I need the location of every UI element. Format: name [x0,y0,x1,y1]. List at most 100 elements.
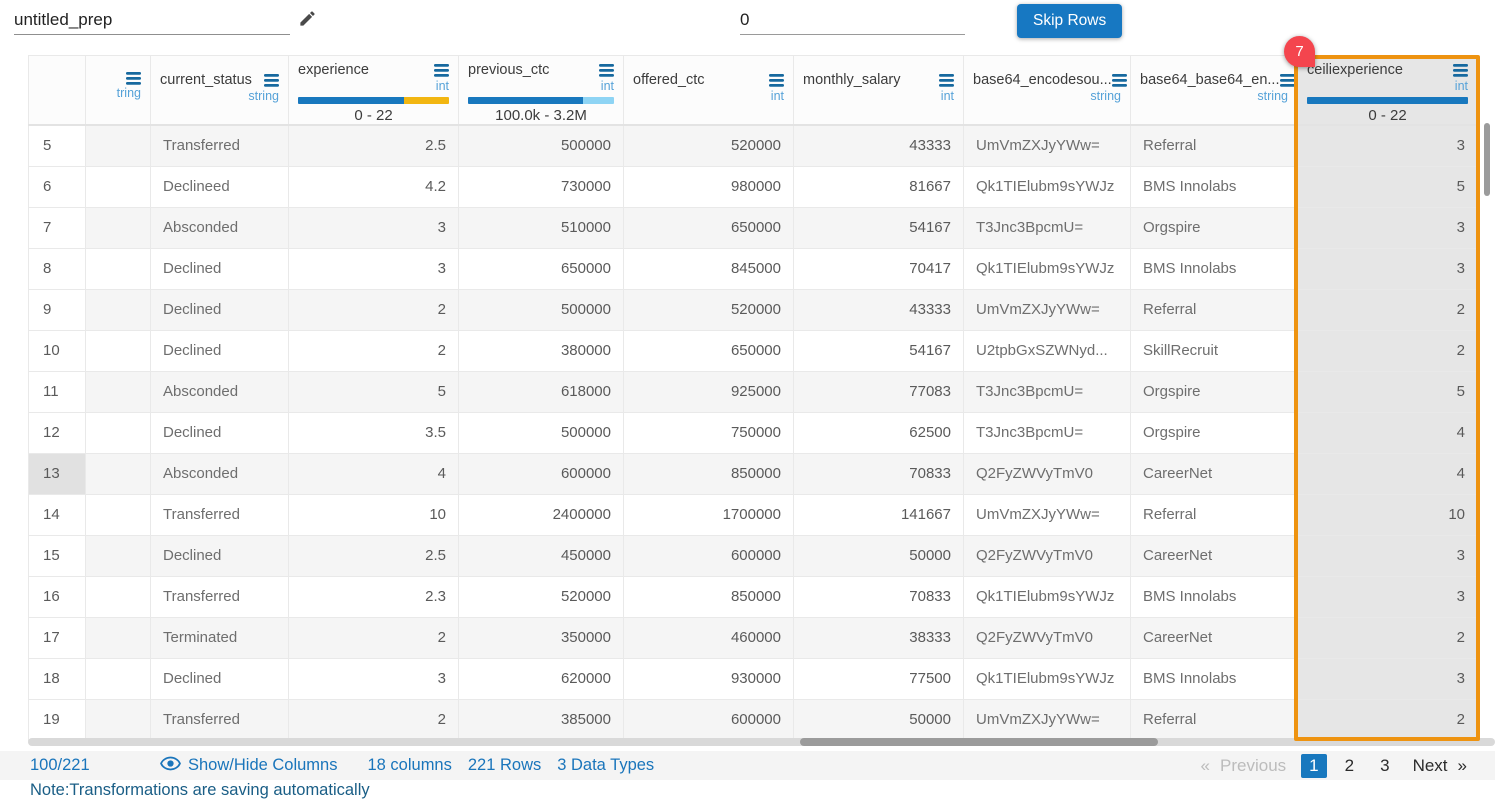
cell-experience: 2.5 [289,125,459,166]
skip-rows-input[interactable] [740,6,965,35]
column-menu-icon[interactable] [1112,74,1127,87]
pagination-page-3[interactable]: 3 [1372,754,1397,778]
cell-previous_ctc: 380000 [459,330,624,371]
table-row: 19Transferred238500060000050000UmVmZXJyY… [29,699,1478,740]
column-name: experience [298,62,369,78]
row-number-cell[interactable]: 16 [29,576,86,617]
transformation-step-badge[interactable]: 7 [1284,36,1315,67]
cell-base64_encodesou: U2tpbGxSZWNyd... [964,330,1131,371]
column-name: base64_base64_en... [1140,72,1280,88]
edit-pencil-icon[interactable] [298,9,317,33]
cell-offered_ctc: 925000 [624,371,794,412]
column-menu-icon[interactable] [599,64,614,77]
cell-ceiliexperience: 2 [1298,289,1478,330]
pagination-previous-button[interactable]: « Previous [1201,756,1287,776]
table-row: 9Declined250000052000043333UmVmZXJyYWw=R… [29,289,1478,330]
cell-ceiliexperience: 2 [1298,699,1478,740]
column-menu-icon[interactable] [769,74,784,87]
table-row: 16Transferred2.352000085000070833Qk1TIEl… [29,576,1478,617]
cell-ceiliexperience: 2 [1298,330,1478,371]
row-number-cell[interactable]: 6 [29,166,86,207]
column-header-previous_ctc[interactable]: previous_ctcint100.0k - 3.2M [459,56,624,126]
cell-base64_base64_en: BMS Innolabs [1131,166,1298,207]
row-number-cell[interactable]: 10 [29,330,86,371]
horizontal-scrollbar-track[interactable] [28,738,1495,746]
previous-arrow-icon: « [1201,756,1210,776]
cell-current_status: Declined [151,248,289,289]
pagination-page-2[interactable]: 2 [1337,754,1362,778]
cell-base64_base64_en: Orgspire [1131,412,1298,453]
clipped-column-cell [86,658,151,699]
column-header-base64_base64_en[interactable]: base64_base64_en...string [1131,56,1298,126]
column-menu-icon[interactable] [126,72,141,85]
row-number-cell[interactable]: 9 [29,289,86,330]
cell-current_status: Absconded [151,207,289,248]
cell-offered_ctc: 845000 [624,248,794,289]
cell-base64_base64_en: CareerNet [1131,453,1298,494]
show-hide-columns-button[interactable]: Show/Hide Columns [160,756,337,776]
table-row: 17Terminated235000046000038333Q2FyZWVyTm… [29,617,1478,658]
pagination-page-1[interactable]: 1 [1301,754,1326,778]
column-menu-icon[interactable] [434,64,449,77]
row-number-cell[interactable]: 12 [29,412,86,453]
prep-name-input[interactable] [14,6,290,35]
column-header-offered_ctc[interactable]: offered_ctcint [624,56,794,126]
clipped-column-cell [86,125,151,166]
vertical-scrollbar-thumb[interactable] [1484,123,1490,196]
cell-experience: 2 [289,617,459,658]
column-menu-icon[interactable] [264,74,279,87]
column-distribution-bar [298,97,449,104]
pagination: « Previous 123 Next » [1201,754,1467,778]
row-number-cell[interactable]: 14 [29,494,86,535]
dataset-stats: 18 columns 221 Rows 3 Data Types [367,756,654,775]
row-number-cell[interactable]: 7 [29,207,86,248]
pagination-next-button[interactable]: Next » [1413,756,1467,776]
cell-experience: 2.5 [289,535,459,576]
cell-base64_base64_en: Referral [1131,125,1298,166]
column-name: previous_ctc [468,62,549,78]
row-number-cell[interactable]: 17 [29,617,86,658]
cell-ceiliexperience: 5 [1298,166,1478,207]
table-row: 15Declined2.545000060000050000Q2FyZWVyTm… [29,535,1478,576]
rows-count-label: 221 Rows [468,756,541,775]
column-distribution-bar [468,97,614,104]
cell-current_status: Declined [151,535,289,576]
row-number-cell[interactable]: 5 [29,125,86,166]
column-header-base64_encodesou[interactable]: base64_encodesou...string [964,56,1131,126]
cell-monthly_salary: 43333 [794,125,964,166]
cell-offered_ctc: 930000 [624,658,794,699]
cell-current_status: Transferred [151,125,289,166]
column-header-monthly_salary[interactable]: monthly_salaryint [794,56,964,126]
cell-ceiliexperience: 3 [1298,125,1478,166]
column-menu-icon[interactable] [1280,74,1295,87]
clipped-column-cell [86,166,151,207]
cell-previous_ctc: 2400000 [459,494,624,535]
horizontal-scrollbar-thumb[interactable] [800,738,1158,746]
column-header-ceiliexperience[interactable]: ceiliexperienceint0 - 22 [1298,56,1478,126]
table-row: 6Declineed4.273000098000081667Qk1TIElubm… [29,166,1478,207]
table-row: 13Absconded460000085000070833Q2FyZWVyTmV… [29,453,1478,494]
cell-base64_encodesou: T3Jnc3BpcmU= [964,371,1131,412]
column-header-experience[interactable]: experienceint0 - 22 [289,56,459,126]
cell-base64_encodesou: Qk1TIElubm9sYWJz [964,248,1131,289]
column-header-clipped[interactable]: tring [86,56,151,126]
row-number-cell[interactable]: 13 [29,453,86,494]
row-number-cell[interactable]: 18 [29,658,86,699]
cell-base64_encodesou: Qk1TIElubm9sYWJz [964,576,1131,617]
cell-experience: 4 [289,453,459,494]
row-number-cell[interactable]: 15 [29,535,86,576]
cell-offered_ctc: 520000 [624,289,794,330]
row-number-cell[interactable]: 11 [29,371,86,412]
row-number-cell[interactable]: 19 [29,699,86,740]
column-distribution-bar [1307,97,1468,104]
cell-base64_base64_en: Orgspire [1131,207,1298,248]
column-menu-icon[interactable] [939,74,954,87]
column-menu-icon[interactable] [1453,64,1468,77]
column-header-current_status[interactable]: current_statusstring [151,56,289,126]
table-row: 12Declined3.550000075000062500T3Jnc3Bpcm… [29,412,1478,453]
cell-base64_base64_en: BMS Innolabs [1131,576,1298,617]
row-number-cell[interactable]: 8 [29,248,86,289]
cell-experience: 2 [289,289,459,330]
skip-rows-button[interactable]: Skip Rows [1017,4,1122,38]
cell-ceiliexperience: 2 [1298,617,1478,658]
